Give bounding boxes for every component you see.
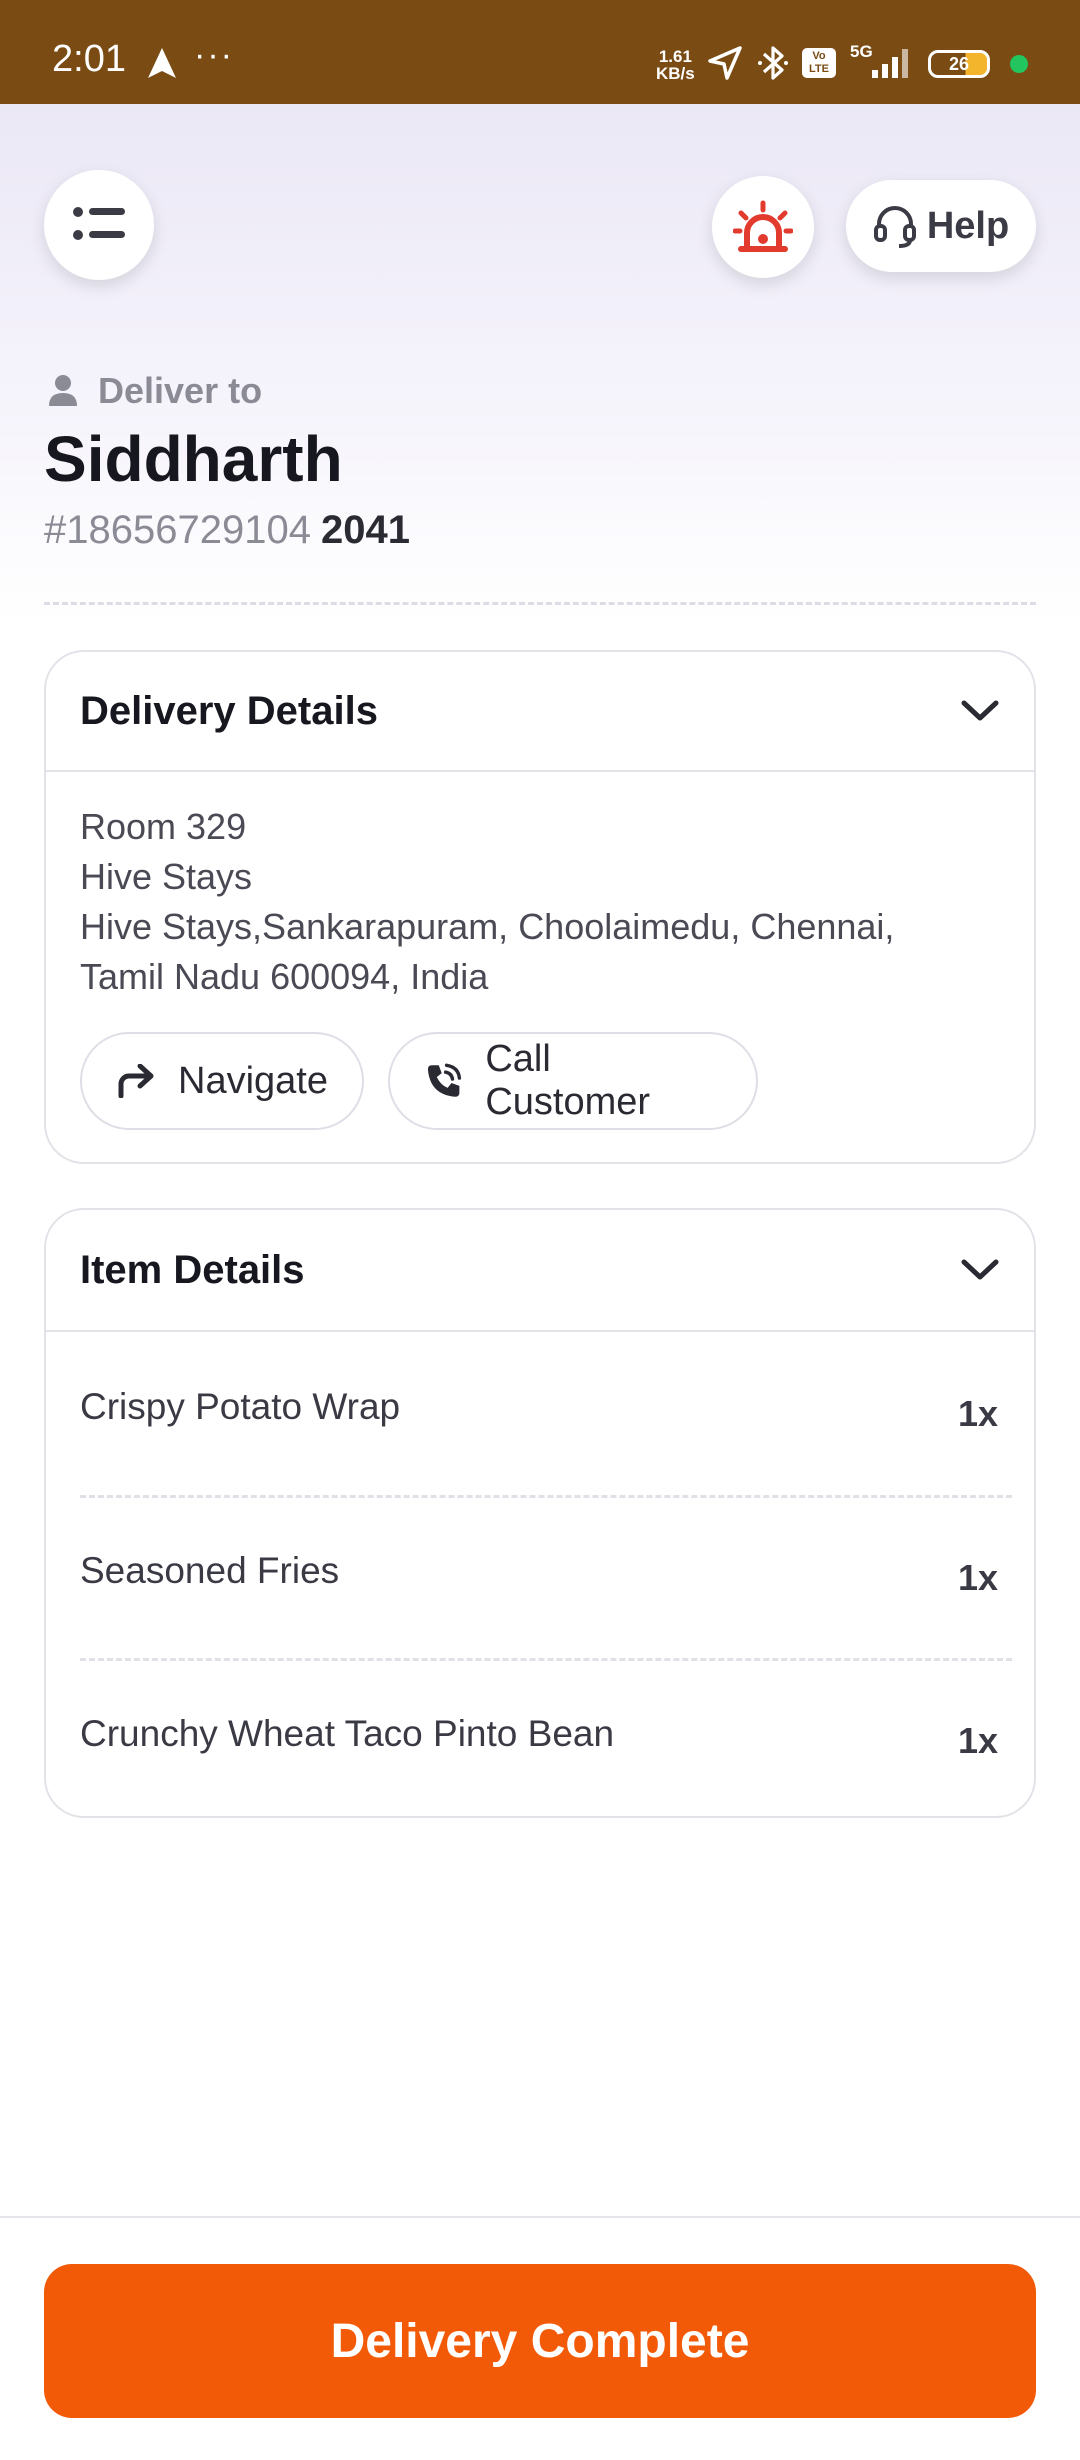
list-item: Seasoned Fries 1x: [80, 1495, 1012, 1658]
phone-call-icon: [427, 1063, 462, 1097]
item-quantity: 1x: [957, 1720, 998, 1761]
order-code: 2041: [320, 508, 410, 552]
item-details-header[interactable]: Item Details: [46, 1210, 1034, 1332]
chevron-down-icon[interactable]: [960, 698, 1000, 724]
list-item: Crispy Potato Wrap 1x: [80, 1332, 1012, 1495]
item-name: Crispy Potato Wrap: [80, 1385, 401, 1427]
item-details-card: Item Details Crispy Potato Wrap 1x Seaso…: [44, 1208, 1036, 1818]
help-button[interactable]: Help: [846, 180, 1036, 272]
siren-icon: [733, 200, 793, 252]
delivery-details-title: Delivery Details: [80, 688, 378, 733]
delivery-details-header[interactable]: Delivery Details: [46, 652, 1034, 772]
delivery-address: Room 329 Hive Stays Hive Stays,Sankarapu…: [80, 802, 894, 1002]
battery-icon: 26: [928, 50, 990, 78]
navigation-arrow-icon: [148, 48, 176, 78]
navigate-button[interactable]: Navigate: [80, 1032, 364, 1130]
navigate-label: Navigate: [178, 1059, 328, 1102]
item-details-title: Item Details: [80, 1247, 305, 1292]
person-icon: [49, 375, 77, 406]
call-customer-label: Call Customer: [485, 1038, 651, 1123]
bluetooth-icon: [758, 46, 788, 80]
item-name: Crunchy Wheat Taco Pinto Bean: [80, 1713, 615, 1754]
address-line: Tamil Nadu 600094, India: [80, 956, 489, 997]
section-divider: [44, 602, 1036, 605]
item-name: Seasoned Fries: [80, 1550, 340, 1591]
headset-icon: [873, 206, 916, 248]
list-icon: [73, 207, 125, 240]
call-customer-button[interactable]: Call Customer: [388, 1032, 758, 1130]
help-label: Help: [926, 204, 1010, 247]
network-speed: 1.61 KB/s: [656, 47, 695, 83]
status-bar: 2:01 ··· 1.61 KB/s Vo LTE 5G 26: [0, 0, 1080, 104]
footer-divider: [0, 2216, 1080, 2218]
orders-menu-button[interactable]: [44, 170, 154, 280]
address-line: Hive Stays: [80, 856, 253, 897]
location-icon: [708, 46, 742, 80]
volte-icon: Vo LTE: [802, 48, 836, 78]
order-id: #18656729104 2041: [44, 508, 410, 553]
more-notifications-icon: ···: [194, 36, 234, 74]
status-time: 2:01: [52, 38, 126, 80]
address-line: Room 329: [80, 806, 247, 847]
list-item: Crunchy Wheat Taco Pinto Bean 1x: [80, 1658, 1012, 1816]
delivery-complete-button[interactable]: Delivery Complete: [44, 2264, 1036, 2418]
chevron-down-icon[interactable]: [960, 1257, 1000, 1283]
turn-right-arrow-icon: [118, 1064, 154, 1098]
item-quantity: 1x: [957, 1557, 998, 1598]
address-line: Hive Stays,Sankarapuram, Choolaimedu, Ch…: [80, 906, 895, 947]
active-dot-icon: [1010, 55, 1028, 73]
delivery-details-card: Delivery Details Room 329 Hive Stays Hiv…: [44, 650, 1036, 1164]
customer-name: Siddharth: [44, 423, 343, 495]
sos-button[interactable]: [712, 176, 814, 278]
order-number: #18656729104: [44, 508, 311, 552]
item-quantity: 1x: [957, 1392, 998, 1434]
signal-icon: [872, 49, 908, 78]
deliver-to-label: Deliver to: [48, 370, 262, 412]
